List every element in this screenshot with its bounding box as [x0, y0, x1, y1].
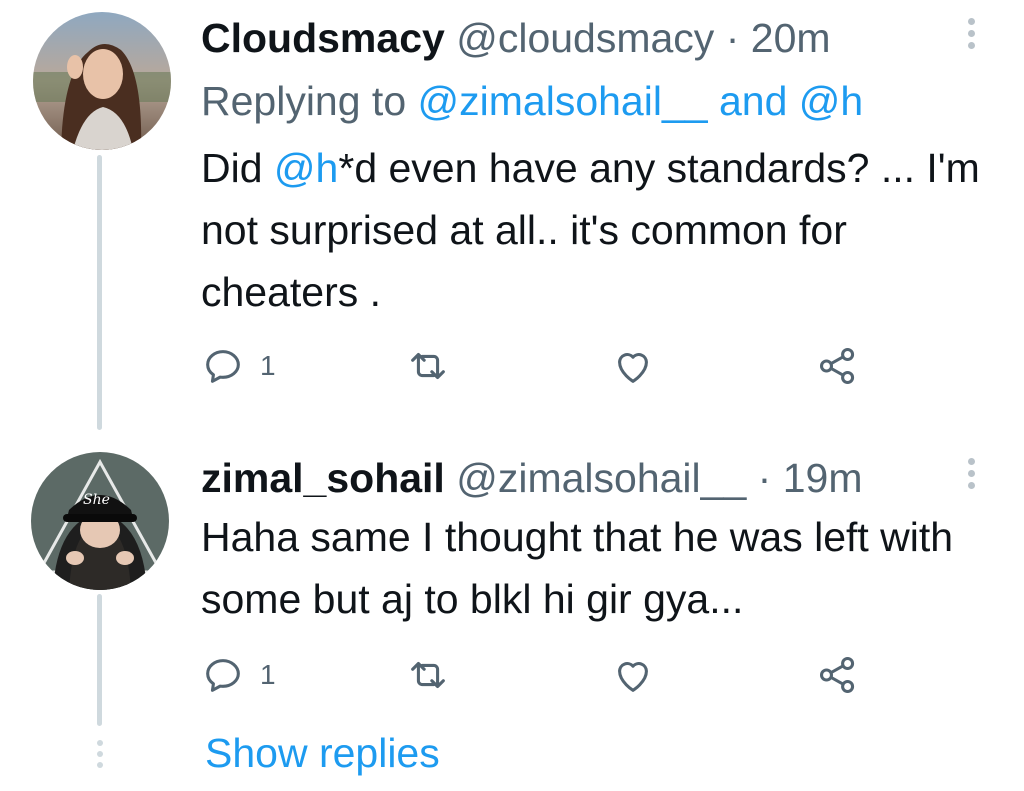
user-handle[interactable]: @zimalsohail__ — [456, 455, 746, 501]
like-button[interactable] — [610, 343, 656, 389]
mention-link[interactable]: @h — [799, 78, 863, 124]
profile-photo-image — [33, 12, 171, 150]
share-button[interactable] — [815, 652, 861, 698]
reply-button[interactable]: 1 — [200, 343, 276, 389]
tweet-text-part: Did — [201, 145, 274, 191]
timestamp[interactable]: 19m — [783, 455, 863, 501]
share-icon — [819, 656, 855, 694]
tweet-actions: 1 — [200, 343, 880, 393]
timestamp[interactable]: 20m — [751, 15, 831, 61]
replying-to-label: Replying to — [201, 78, 407, 124]
avatar[interactable] — [33, 12, 171, 150]
share-button[interactable] — [815, 343, 861, 389]
replying-and: and — [718, 78, 788, 124]
replying-to: Replying to @zimalsohail__ and @h — [201, 81, 863, 122]
heart-icon — [618, 353, 648, 383]
mention-link[interactable]: @zimalsohail__ — [418, 78, 708, 124]
reply-count: 1 — [260, 659, 276, 690]
tweet-cloudsmacy[interactable]: Cloudsmacy @cloudsmacy · 20m Replying to… — [0, 0, 1024, 420]
reply-icon — [206, 659, 240, 692]
reply-count: 1 — [260, 350, 276, 381]
avatar[interactable]: She — [31, 452, 169, 590]
more-icon[interactable] — [966, 18, 976, 49]
tweet-text: Haha same I thought that he was left wit… — [201, 514, 954, 622]
show-replies-link[interactable]: Show replies — [205, 733, 440, 774]
retweet-button[interactable] — [405, 652, 451, 698]
profile-photo-image: She — [31, 452, 169, 590]
tweet-header: Cloudsmacy @cloudsmacy · 20m — [201, 18, 831, 59]
share-icon — [819, 347, 855, 385]
heart-icon — [618, 662, 648, 692]
user-handle[interactable]: @cloudsmacy — [456, 15, 714, 61]
svg-text:She: She — [83, 492, 110, 508]
tweet-zimal-sohail[interactable]: She zimal_sohail @zimalsohail__ · 19m Ha… — [0, 440, 1024, 720]
retweet-button[interactable] — [405, 343, 451, 389]
tweet-header: zimal_sohail @zimalsohail__ · 19m — [201, 458, 863, 499]
separator-dot: · — [757, 455, 772, 501]
display-name[interactable]: Cloudsmacy — [201, 15, 445, 61]
tweet-text: Did @h*d even have any standards? ... I'… — [201, 137, 981, 323]
retweet-icon — [411, 661, 445, 689]
mention-link[interactable]: @h — [274, 145, 338, 191]
more-icon[interactable] — [966, 458, 976, 489]
display-name[interactable]: zimal_sohail — [201, 455, 445, 501]
tweet-actions: 1 — [200, 652, 880, 702]
reply-button[interactable]: 1 — [200, 652, 276, 698]
reply-icon — [206, 350, 240, 383]
like-button[interactable] — [610, 652, 656, 698]
thread-more-dots-icon — [97, 740, 103, 768]
separator-dot: · — [725, 15, 740, 61]
retweet-icon — [411, 352, 445, 380]
